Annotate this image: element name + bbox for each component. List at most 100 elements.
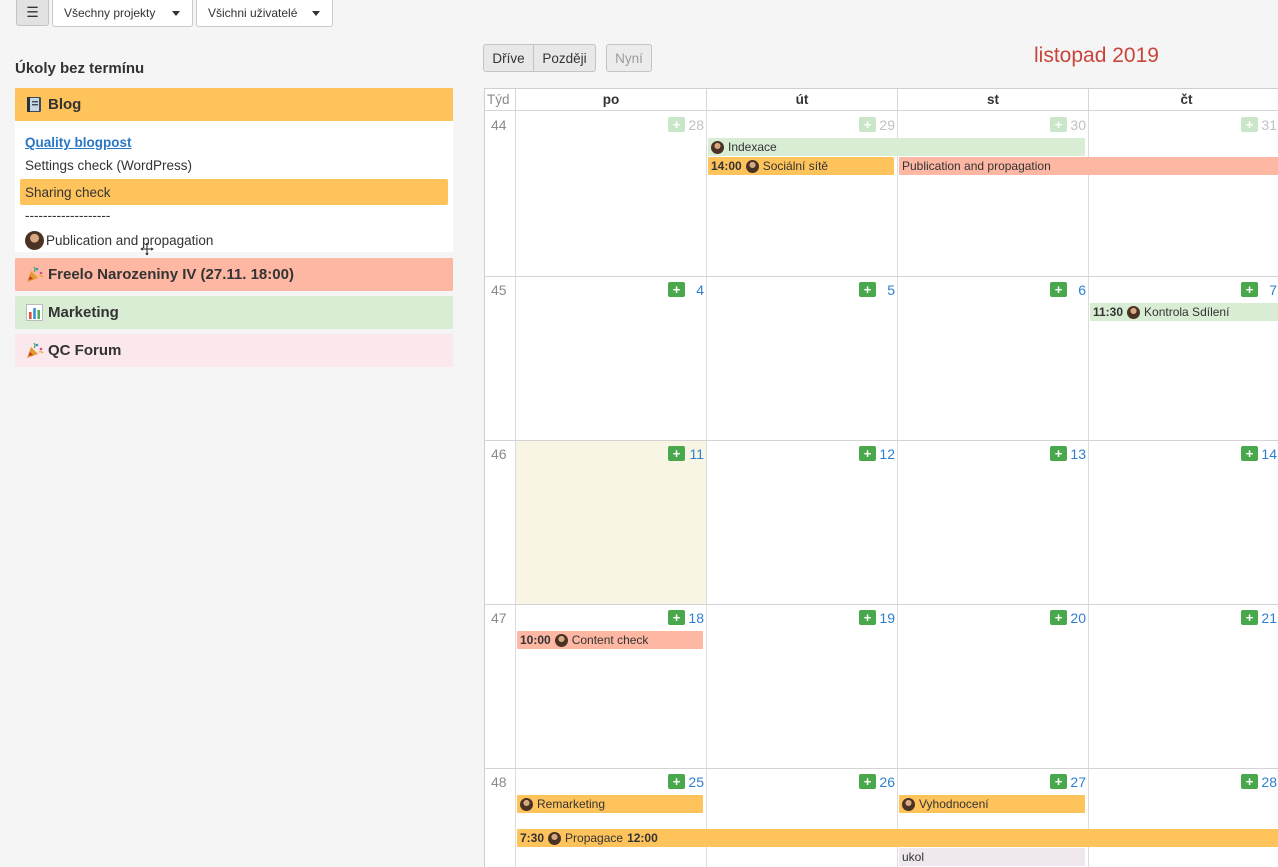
event-indexace[interactable]: Indexace	[708, 138, 1085, 156]
day-number[interactable]: 5	[871, 282, 895, 298]
event-publication-propagation[interactable]: Publication and propagation	[899, 157, 1278, 175]
group-qc-forum[interactable]: QC Forum	[15, 334, 453, 367]
day-number[interactable]: 11	[680, 446, 704, 462]
event-title: Vyhodnocení	[919, 797, 989, 811]
event-propagace[interactable]: 7:30 Propagace 12:00	[517, 829, 1278, 847]
event-title: Propagace	[565, 831, 624, 845]
week-number: 46	[491, 446, 507, 462]
caret-down-icon	[312, 11, 320, 16]
event-title: Content check	[571, 633, 649, 647]
event-title: Remarketing	[537, 797, 606, 811]
event-kontrola-sdileni[interactable]: 11:30 Kontrola Sdílení	[1090, 303, 1278, 321]
header-tuesday: út	[707, 89, 898, 111]
week-number: 48	[491, 774, 507, 790]
grid-line	[485, 276, 1278, 277]
notebook-icon	[26, 96, 46, 113]
day-number[interactable]: 7	[1253, 282, 1277, 298]
event-title: Kontrola Sdílení	[1144, 305, 1230, 319]
grid-line	[1088, 111, 1089, 867]
projects-dropdown-label: Všechny projekty	[64, 6, 156, 20]
day-number[interactable]: 6	[1062, 282, 1086, 298]
grid-line	[485, 440, 1278, 441]
task-sharing-check[interactable]: Sharing check	[20, 179, 448, 256]
users-dropdown-label: Všichni uživatelé	[208, 6, 298, 20]
event-time: 14:00	[711, 159, 742, 173]
group-marketing[interactable]: Marketing	[15, 296, 453, 329]
avatar	[711, 140, 724, 154]
avatar	[1127, 305, 1141, 319]
event-content-check[interactable]: 10:00 Content check	[517, 631, 703, 649]
day-number[interactable]: 13	[1062, 446, 1086, 462]
avatar	[25, 231, 44, 250]
day-number: 28	[688, 117, 704, 133]
event-socialni-site[interactable]: 14:00 Sociální sítě	[708, 157, 894, 175]
day-number[interactable]: 27	[1062, 774, 1086, 790]
task-publication-propagation[interactable]: Publication and propagation	[25, 231, 213, 250]
day-number[interactable]: 26	[871, 774, 895, 790]
projects-dropdown[interactable]: Všechny projekty	[52, 0, 193, 27]
day-number[interactable]: 20	[1062, 610, 1086, 626]
task-settings-check[interactable]: Settings check (WordPress)	[25, 158, 192, 173]
event-vyhodnoceni[interactable]: Vyhodnocení	[899, 795, 1085, 813]
day-number: 31	[1261, 117, 1277, 133]
later-button[interactable]: Později	[533, 44, 596, 72]
week-number: 47	[491, 610, 507, 626]
today-highlight	[516, 441, 706, 604]
event-title: Indexace	[728, 140, 777, 154]
group-freelo-narozeniny[interactable]: Freelo Narozeniny IV (27.11. 18:00)	[15, 258, 453, 291]
grid-line	[485, 604, 1278, 605]
grid-line	[515, 111, 516, 867]
event-time: 10:00	[520, 633, 551, 647]
blog-task-list: Quality blogpost Settings check (WordPre…	[15, 121, 453, 256]
menu-button[interactable]: ☰	[16, 0, 49, 26]
day-number[interactable]: 21	[1253, 610, 1277, 626]
header-wednesday: st	[898, 89, 1089, 111]
event-title: ukol	[902, 850, 925, 864]
day-number[interactable]: 28	[1253, 774, 1277, 790]
now-button[interactable]: Nyní	[606, 44, 652, 72]
avatar	[548, 831, 562, 845]
unscheduled-tasks-title: Úkoly bez termínu	[15, 60, 145, 77]
group-label: QC Forum	[48, 342, 122, 359]
users-dropdown[interactable]: Všichni uživatelé	[196, 0, 333, 27]
group-label: Freelo Narozeniny IV (27.11. 18:00)	[48, 266, 294, 283]
event-remarketing[interactable]: Remarketing	[517, 795, 703, 813]
event-time: 7:30	[520, 831, 545, 845]
day-number: 29	[879, 117, 895, 133]
avatar	[902, 797, 915, 811]
grid-line	[706, 111, 707, 867]
task-quality-blogpost[interactable]: Quality blogpost	[25, 135, 132, 150]
day-number: 30	[1070, 117, 1086, 133]
day-number[interactable]: 14	[1253, 446, 1277, 462]
task-label: Sharing check	[25, 185, 111, 200]
caret-down-icon	[172, 11, 180, 16]
hamburger-icon: ☰	[26, 4, 39, 20]
event-title: Publication and propagation	[902, 159, 1051, 173]
header-week: Týd	[485, 89, 516, 111]
header-thursday: čt	[1089, 89, 1278, 111]
event-end-time: 12:00	[627, 831, 658, 845]
header-monday: po	[516, 89, 707, 111]
bar-chart-icon	[26, 304, 46, 321]
day-number[interactable]: 19	[871, 610, 895, 626]
group-blog[interactable]: Blog	[15, 88, 453, 121]
grid-line	[485, 768, 1278, 769]
day-number[interactable]: 18	[680, 610, 704, 626]
task-separator: -------------------	[25, 208, 111, 223]
event-ukol[interactable]: ukol	[899, 848, 1085, 866]
day-number[interactable]: 4	[680, 282, 704, 298]
week-number: 44	[491, 117, 507, 133]
party-popper-icon	[26, 342, 46, 359]
day-number[interactable]: 25	[680, 774, 704, 790]
day-number[interactable]: 12	[871, 446, 895, 462]
avatar	[554, 633, 568, 647]
calendar-grid: Týd po út st čt 44 + 28 + 29 + 30 + 31 4…	[484, 88, 1278, 867]
grid-line	[897, 111, 898, 867]
event-time: 11:30	[1093, 305, 1124, 319]
task-label: Publication and propagation	[46, 233, 214, 248]
group-label: Marketing	[48, 304, 119, 321]
month-title: listopad 2019	[1034, 44, 1159, 67]
avatar	[520, 797, 533, 811]
earlier-button[interactable]: Dříve	[483, 44, 534, 72]
group-label: Blog	[48, 96, 82, 113]
